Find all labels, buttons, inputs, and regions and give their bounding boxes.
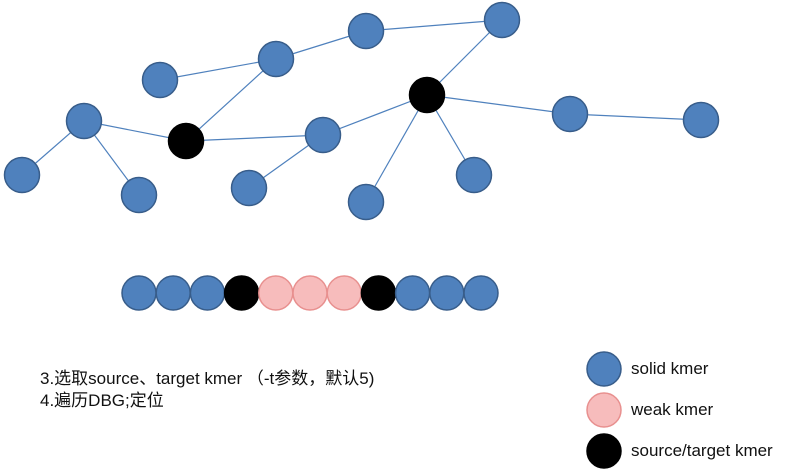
solid-node: [141, 61, 179, 99]
graph-nodes: [3, 1, 720, 221]
chain-solid-kmer: [155, 275, 191, 311]
legend-solid-marker: [586, 351, 622, 387]
solid-node: [455, 156, 493, 194]
kmer-graph-diagram: 3.选取source、target kmer （-t参数，默认5) 4.遍历DB…: [0, 0, 807, 473]
chain-weak-kmer: [292, 275, 328, 311]
chain-solid-kmer: [189, 275, 226, 311]
chain-source-target-kmer: [360, 275, 397, 311]
source-target-node: [408, 76, 446, 114]
source-target-node: [167, 122, 205, 160]
solid-node: [682, 101, 720, 139]
graph-edge: [426, 94, 571, 115]
solid-node: [120, 176, 158, 214]
solid-node: [304, 116, 342, 154]
legend-source-target-label: source/target kmer: [631, 441, 773, 460]
solid-node: [230, 169, 268, 207]
graph-edge: [365, 19, 503, 32]
solid-node: [257, 40, 295, 78]
legend-solid-label: solid kmer: [631, 359, 709, 378]
solid-node: [551, 95, 589, 133]
graph-edge: [569, 113, 702, 121]
solid-node: [483, 1, 521, 39]
legend-weak-marker: [586, 392, 622, 428]
graph-edge: [185, 58, 277, 142]
kmer-chain: [121, 275, 499, 311]
solid-node: [347, 183, 385, 221]
chain-weak-kmer: [258, 275, 294, 311]
chain-solid-kmer: [121, 275, 157, 311]
chain-solid-kmer: [429, 275, 465, 311]
step-4-note: 4.遍历DBG;定位: [40, 391, 164, 410]
chain-solid-kmer: [394, 275, 431, 311]
solid-node: [347, 12, 385, 50]
step-notes: 3.选取source、target kmer （-t参数，默认5) 4.遍历DB…: [40, 368, 374, 412]
solid-node: [65, 102, 103, 140]
legend-source-target-marker: [586, 433, 622, 469]
chain-source-target-kmer: [223, 275, 260, 311]
graph-edge: [185, 134, 324, 142]
legend-markers: [586, 351, 622, 469]
chain-weak-kmer: [326, 275, 362, 311]
graph-edge: [365, 94, 428, 203]
solid-node: [3, 156, 41, 194]
step-3-note: 3.选取source、target kmer （-t参数，默认5): [40, 369, 375, 388]
legend-weak-label: weak kmer: [631, 400, 714, 419]
chain-solid-kmer: [463, 275, 499, 311]
